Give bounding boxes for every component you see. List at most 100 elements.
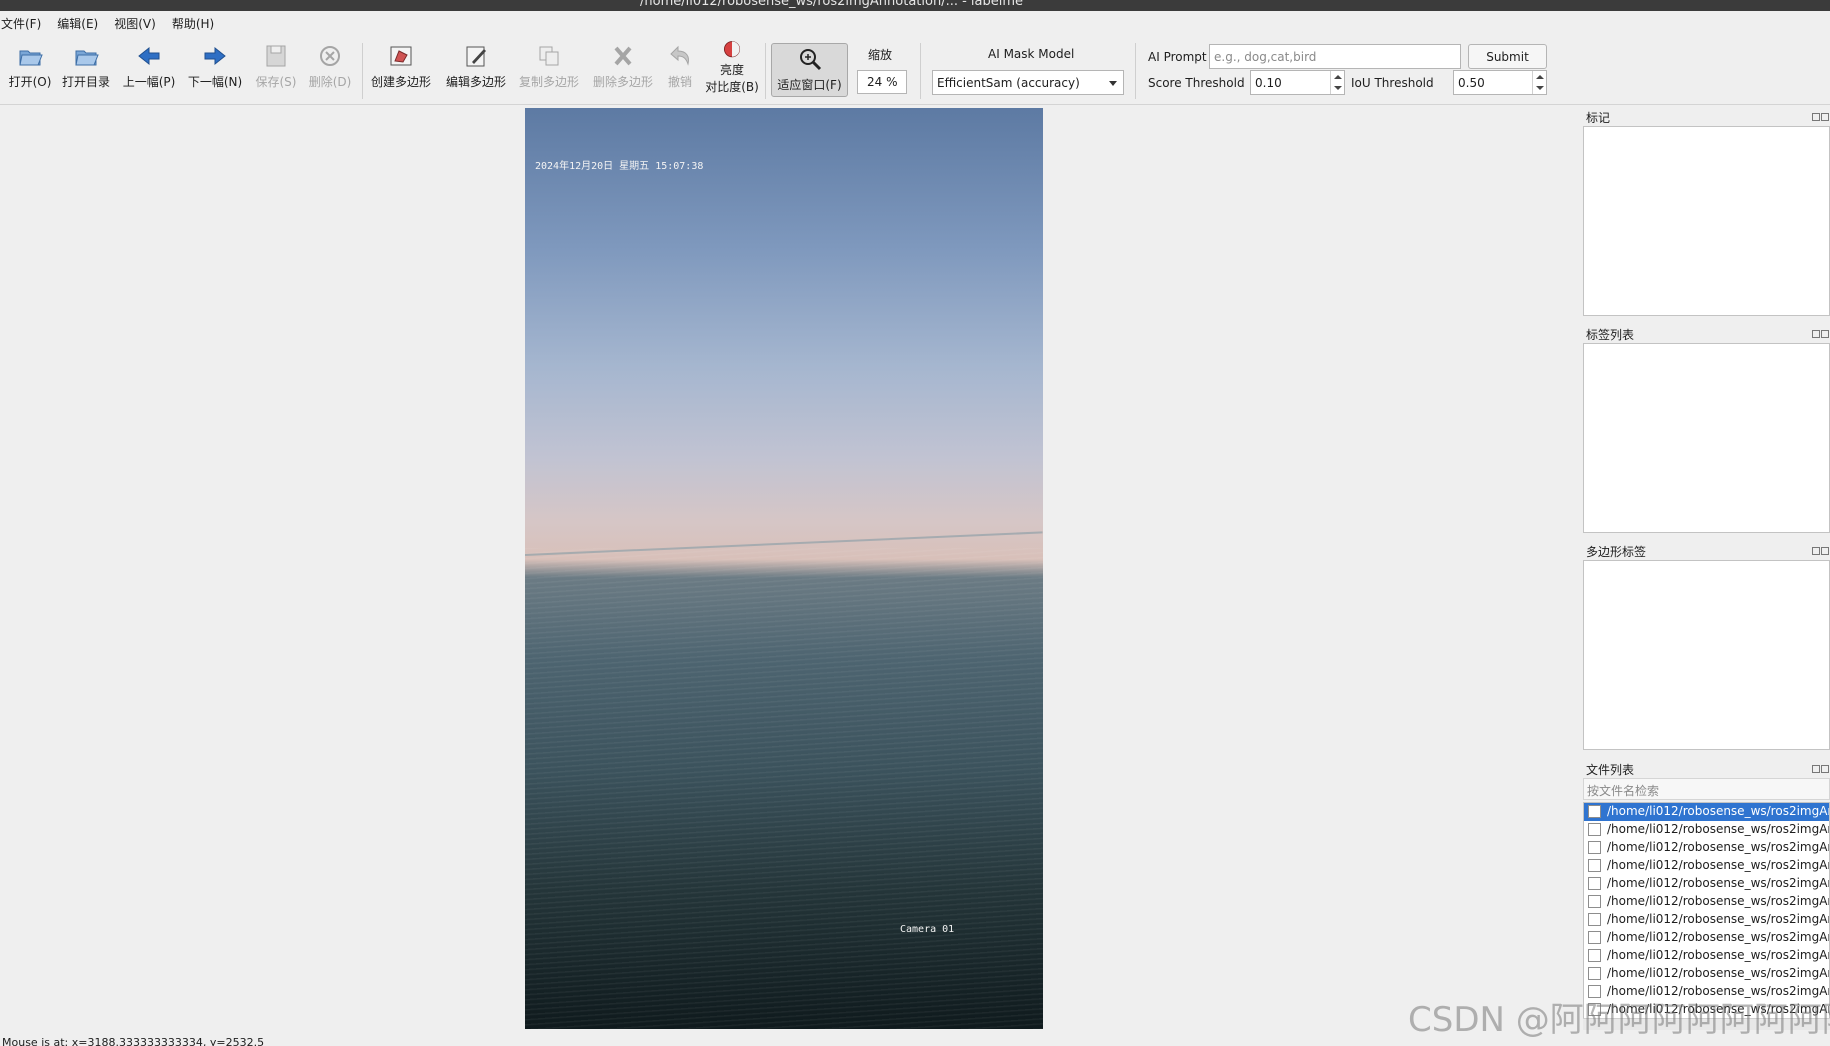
dock-float-close-icons[interactable] — [1812, 110, 1830, 121]
next-label: 下一幅(N) — [187, 75, 243, 89]
checkbox[interactable] — [1588, 949, 1601, 962]
flags-list[interactable] — [1583, 126, 1830, 316]
file-list-item[interactable]: /home/li012/robosense_ws/ros2imgAn — [1584, 947, 1829, 965]
checkbox[interactable] — [1588, 805, 1601, 818]
file-list-item[interactable]: /home/li012/robosense_ws/ros2imgAn — [1584, 911, 1829, 929]
image-canvas[interactable]: 2024年12月20日 星期五 15:07:38 Camera 01 — [0, 106, 1578, 1030]
prev-arrow-icon — [138, 46, 160, 66]
csdn-watermark: CSDN @阿阿阿阿阿阿阿阿阿 — [1408, 1000, 1830, 1040]
file-list[interactable]: /home/li012/robosense_ws/ros2imgAn /home… — [1583, 802, 1830, 1020]
spin-arrows-icon[interactable] — [1532, 71, 1546, 94]
image-camera-overlay: Camera 01 — [900, 924, 955, 935]
save-icon — [266, 45, 286, 67]
dock-float-close-icons[interactable] — [1812, 327, 1830, 338]
menu-edit[interactable]: 编辑(E) — [56, 15, 99, 32]
fit-window-button[interactable]: 适应窗口(F) — [771, 43, 848, 97]
mouse-position-status: Mouse is at: x=3188.333333333334, y=2532… — [2, 1036, 265, 1046]
window-titlebar: /home/li012/robosense_ws/ros2imgAnnotati… — [0, 0, 1830, 11]
brightness-label-1: 亮度 — [719, 63, 744, 77]
flags-dock-title: 标记 — [1586, 111, 1611, 125]
zoom-spinbox[interactable]: 24 % — [857, 70, 907, 94]
open-dir-button[interactable]: 打开目录 — [56, 41, 116, 101]
iou-threshold-spinbox[interactable]: 0.50 — [1453, 70, 1547, 95]
checkbox[interactable] — [1588, 931, 1601, 944]
sea-surface — [525, 548, 1043, 1029]
score-threshold-value: 0.10 — [1255, 76, 1282, 90]
copy-polygon-button[interactable]: 复制多边形 — [519, 41, 579, 101]
zoom-label: 缩放 — [868, 48, 893, 62]
iou-threshold-label: IoU Threshold — [1351, 76, 1434, 90]
create-polygon-button[interactable]: 创建多边形 — [371, 41, 431, 101]
prev-label: 上一幅(P) — [122, 75, 176, 89]
file-list-item[interactable]: /home/li012/robosense_ws/ros2imgAn — [1584, 965, 1829, 983]
copy-polygon-icon — [539, 46, 559, 66]
menu-help[interactable]: 帮助(H) — [171, 15, 215, 32]
toolbar-separator — [362, 43, 363, 99]
delete-label: 删除(D) — [308, 75, 352, 89]
window-title: /home/li012/robosense_ws/ros2imgAnnotati… — [640, 0, 1024, 9]
score-threshold-label: Score Threshold — [1148, 76, 1245, 90]
file-list-item[interactable]: /home/li012/robosense_ws/ros2imgAn — [1584, 839, 1829, 857]
save-label: 保存(S) — [255, 75, 297, 89]
submit-button[interactable]: Submit — [1468, 44, 1547, 69]
brightness-icon — [723, 41, 741, 58]
delete-polygon-label: 删除多边形 — [593, 75, 654, 89]
label-list-dock: 标签列表 — [1580, 323, 1830, 535]
ai-mask-model-label: AI Mask Model — [988, 47, 1075, 61]
checkbox[interactable] — [1588, 859, 1601, 872]
score-threshold-spinbox[interactable]: 0.10 — [1250, 70, 1345, 95]
file-search-input[interactable]: 按文件名检索 — [1583, 778, 1830, 800]
ai-prompt-input[interactable] — [1209, 44, 1461, 69]
copy-polygon-label: 复制多边形 — [519, 75, 580, 89]
dock-float-close-icons[interactable] — [1812, 762, 1830, 773]
spin-arrows-icon[interactable] — [1330, 71, 1344, 94]
ai-prompt-label: AI Prompt — [1148, 50, 1207, 64]
edit-polygon-button[interactable]: 编辑多边形 — [446, 41, 506, 101]
file-list-item[interactable]: /home/li012/robosense_ws/ros2imgAn — [1584, 929, 1829, 947]
create-polygon-label: 创建多边形 — [371, 75, 432, 89]
open-button[interactable]: 打开(O) — [0, 41, 60, 101]
brightness-label-2: 对比度(B) — [705, 80, 759, 94]
image-timestamp-overlay: 2024年12月20日 星期五 15:07:38 — [535, 161, 704, 172]
iou-threshold-value: 0.50 — [1458, 76, 1485, 90]
open-dir-label: 打开目录 — [61, 75, 110, 89]
toolbar-separator — [765, 43, 766, 99]
brightness-contrast-button[interactable]: 亮度 对比度(B) — [701, 37, 763, 97]
checkbox[interactable] — [1588, 913, 1601, 926]
checkbox[interactable] — [1588, 967, 1601, 980]
annotated-image[interactable]: 2024年12月20日 星期五 15:07:38 Camera 01 — [525, 108, 1043, 1029]
open-icon — [19, 50, 43, 66]
ai-mask-model-select[interactable]: EfficientSam (accuracy) — [932, 70, 1124, 95]
file-list-item[interactable]: /home/li012/robosense_ws/ros2imgAn — [1584, 821, 1829, 839]
label-list[interactable] — [1583, 343, 1830, 533]
fit-window-label: 适应窗口(F) — [777, 78, 842, 92]
checkbox[interactable] — [1588, 895, 1601, 908]
delete-polygon-button[interactable]: 删除多边形 — [593, 41, 653, 101]
delete-file-button[interactable]: 删除(D) — [300, 41, 360, 101]
menu-view[interactable]: 视图(V) — [113, 15, 157, 32]
file-list-dock-title: 文件列表 — [1586, 763, 1635, 777]
file-list-item[interactable]: /home/li012/robosense_ws/ros2imgAn — [1584, 803, 1829, 821]
checkbox[interactable] — [1588, 841, 1601, 854]
file-list-item[interactable]: /home/li012/robosense_ws/ros2imgAn — [1584, 857, 1829, 875]
file-list-dock: 文件列表 按文件名检索 /home/li012/robosense_ws/ros… — [1580, 758, 1830, 1030]
checkbox[interactable] — [1588, 877, 1601, 890]
polygon-labels-list[interactable] — [1583, 560, 1830, 750]
menu-bar: 文件(F) 编辑(E) 视图(V) 帮助(H) — [0, 11, 1830, 35]
file-list-item[interactable]: /home/li012/robosense_ws/ros2imgAn — [1584, 875, 1829, 893]
dock-float-close-icons[interactable] — [1812, 544, 1830, 555]
delete-polygon-icon — [614, 46, 632, 66]
undo-label: 撤销 — [667, 75, 692, 89]
ai-mask-model-value: EfficientSam (accuracy) — [937, 76, 1080, 90]
toolbar: 打开(O) 打开目录 上一幅(P) 下一幅(N) 保存(S) 删除(D) 创建多… — [0, 35, 1830, 105]
polygon-labels-dock-title: 多边形标签 — [1586, 545, 1647, 559]
chevron-down-icon — [1109, 81, 1117, 86]
menu-file[interactable]: 文件(F) — [0, 15, 42, 32]
next-arrow-icon — [204, 46, 226, 66]
prev-image-button[interactable]: 上一幅(P) — [119, 41, 179, 101]
file-list-item[interactable]: /home/li012/robosense_ws/ros2imgAn — [1584, 893, 1829, 911]
checkbox[interactable] — [1588, 823, 1601, 836]
next-image-button[interactable]: 下一幅(N) — [185, 41, 245, 101]
toolbar-separator — [1135, 43, 1136, 99]
save-button[interactable]: 保存(S) — [246, 41, 306, 101]
